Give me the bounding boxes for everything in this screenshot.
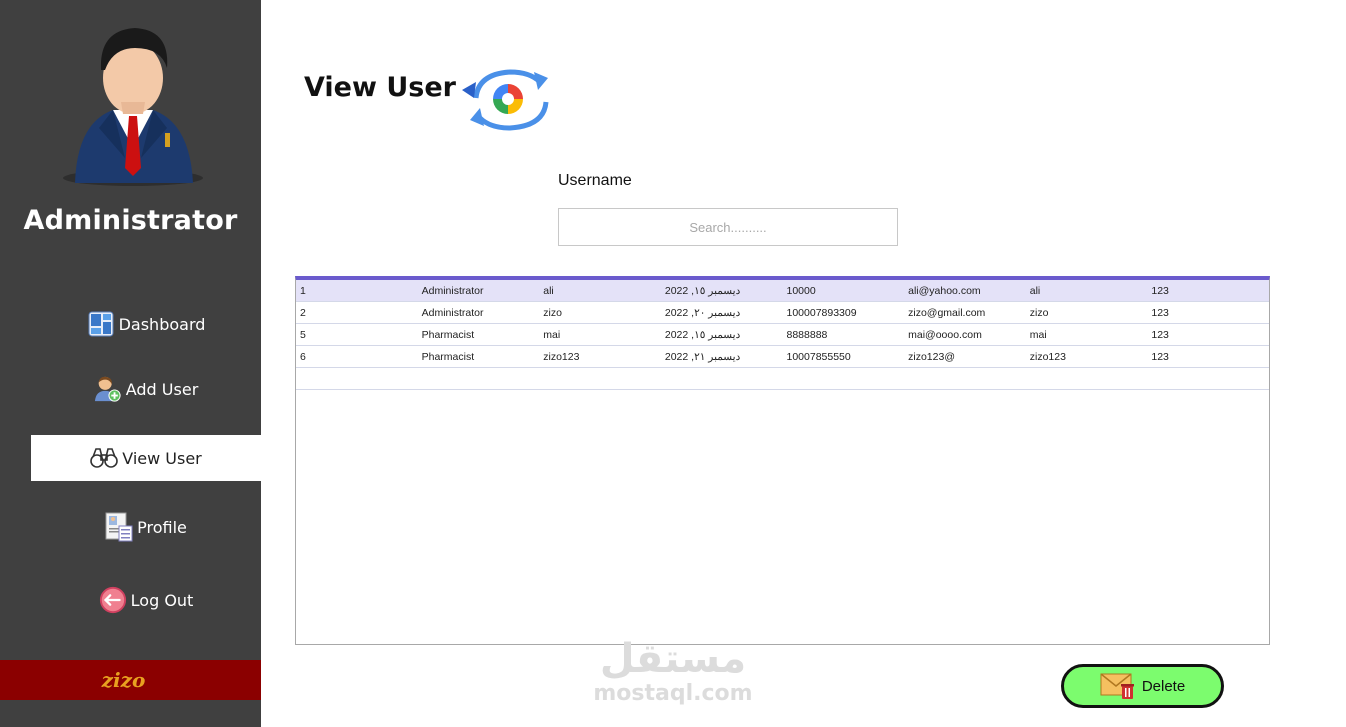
nav-add-user-label: Add User	[125, 379, 199, 399]
search-label: Username	[558, 172, 632, 189]
table-cell: ديسمبر ١٥, 2022	[664, 328, 741, 341]
nav-log-out[interactable]: Log Out	[31, 577, 261, 623]
table-cell: zizo123	[543, 350, 580, 363]
add-user-icon	[94, 375, 122, 403]
table-row[interactable]: 5 Pharmacist mai ديسمبر ١٥, 2022 8888888…	[296, 324, 1269, 346]
nav-profile[interactable]: Profile	[31, 504, 261, 550]
watermark-latin: mostaql.com	[593, 681, 753, 706]
delete-button-label: Delete	[1141, 677, 1186, 695]
table-cell: 2	[300, 306, 306, 319]
table-cell: zizo	[543, 306, 562, 319]
table-cell: 123	[1151, 306, 1169, 319]
page-title: View User	[304, 72, 456, 103]
table-cell: ديسمبر ١٥, 2022	[664, 284, 741, 297]
nav-view-user-label: View User	[122, 448, 202, 468]
nav-dashboard[interactable]: Dashboard	[31, 301, 261, 347]
table-row[interactable]: 2 Administrator zizo ديسمبر ٢٠, 2022 100…	[296, 302, 1269, 324]
table-cell: Pharmacist	[421, 328, 475, 341]
table-row[interactable]: 1 Administrator ali ديسمبر ١٥, 2022 1000…	[296, 280, 1269, 302]
sidebar: Administrator Dashboard Add User View Us…	[0, 0, 261, 727]
delete-button[interactable]: Delete	[1061, 664, 1224, 708]
table-row-empty[interactable]	[296, 368, 1269, 390]
table-cell: 123	[1151, 350, 1169, 363]
logout-icon	[99, 586, 127, 614]
table-cell: zizo123@	[908, 350, 955, 363]
mail-delete-icon	[1100, 671, 1136, 701]
table-cell: 123	[1151, 284, 1169, 297]
refresh-icon[interactable]	[458, 64, 552, 134]
watermark: مستقل mostaql.com	[588, 636, 758, 706]
search-input[interactable]	[558, 208, 898, 246]
binoculars-icon	[90, 444, 119, 472]
table-cell: Administrator	[421, 306, 484, 319]
dashboard-icon	[87, 310, 115, 338]
nav-log-out-label: Log Out	[130, 590, 194, 610]
table-cell: zizo123	[1029, 350, 1066, 363]
users-table[interactable]: 1 Administrator ali ديسمبر ١٥, 2022 1000…	[295, 276, 1270, 645]
watermark-arabic: مستقل	[599, 636, 747, 682]
table-cell: ali@yahoo.com	[908, 284, 981, 297]
table-cell: mai	[543, 328, 561, 341]
table-cell: 123	[1151, 328, 1169, 341]
table-cell: 100007893309	[786, 306, 857, 319]
table-cell: 5	[300, 328, 306, 341]
admin-avatar	[55, 18, 210, 188]
table-cell: 10007855550	[786, 350, 851, 363]
nav-add-user[interactable]: Add User	[31, 366, 261, 412]
table-cell: zizo@gmail.com	[908, 306, 986, 319]
table-cell: mai@oooo.com	[908, 328, 982, 341]
current-user-bar: zizo	[0, 660, 261, 700]
table-cell: ali	[543, 284, 554, 297]
table-cell: zizo	[1029, 306, 1049, 319]
table-row[interactable]: 6 Pharmacist zizo123 ديسمبر ٢١, 2022 100…	[296, 346, 1269, 368]
table-cell: ali	[1029, 284, 1041, 297]
table-cell: mai	[1029, 328, 1047, 341]
table-cell: ديسمبر ٢١, 2022	[664, 350, 741, 363]
nav-profile-label: Profile	[137, 517, 187, 537]
table-cell: 1	[300, 284, 306, 297]
table-cell: Administrator	[421, 284, 484, 297]
nav-view-user[interactable]: View User	[31, 435, 261, 481]
role-title: Administrator	[23, 205, 238, 236]
table-cell: 10000	[786, 284, 816, 297]
nav-dashboard-label: Dashboard	[118, 314, 206, 334]
table-cell: 8888888	[786, 328, 828, 341]
table-cell: 6	[300, 350, 306, 363]
table-cell: Pharmacist	[421, 350, 475, 363]
profile-icon	[105, 512, 133, 542]
table-cell: ديسمبر ٢٠, 2022	[664, 306, 741, 319]
current-user-name: zizo	[101, 668, 146, 692]
